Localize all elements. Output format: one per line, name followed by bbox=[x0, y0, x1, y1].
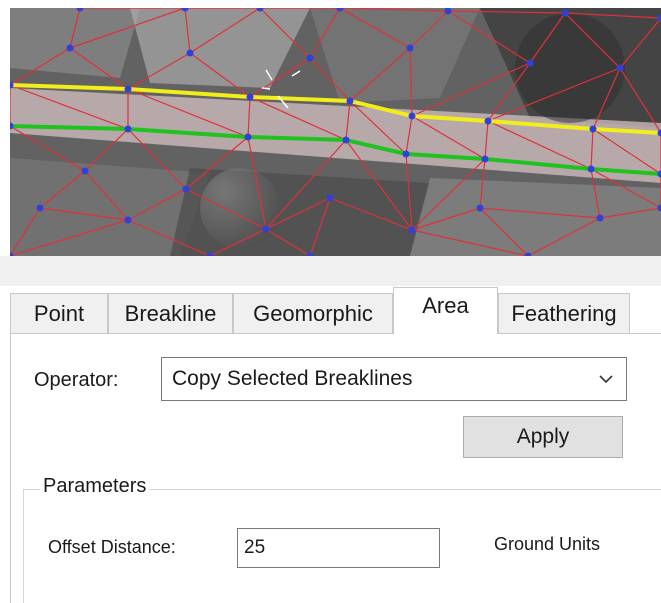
tab-breakline[interactable]: Breakline bbox=[108, 293, 233, 333]
tin-vertex bbox=[596, 214, 604, 222]
apply-button[interactable]: Apply bbox=[463, 416, 623, 458]
tin-vertex bbox=[616, 64, 624, 72]
tin-vertex bbox=[587, 165, 595, 173]
tin-vertex bbox=[408, 112, 416, 120]
tin-vertex bbox=[306, 54, 314, 62]
tin-vertex bbox=[346, 97, 354, 105]
offset-distance-input[interactable] bbox=[237, 528, 440, 568]
tab-feathering[interactable]: Feathering bbox=[498, 293, 630, 333]
tin-vertex bbox=[246, 93, 254, 101]
tin-vertex bbox=[561, 9, 569, 17]
tin-vertex bbox=[484, 117, 492, 125]
tin-vertex bbox=[406, 44, 414, 52]
area-tab-panel: Operator: Copy Selected Breaklines Apply… bbox=[10, 333, 661, 603]
operator-dropdown[interactable]: Copy Selected Breaklines bbox=[161, 357, 627, 401]
tin-vertex bbox=[81, 167, 89, 175]
tin-vertex bbox=[262, 225, 270, 233]
operator-label: Operator: bbox=[34, 369, 119, 391]
tab-bar: Point Breakline Geomorphic Area Featheri… bbox=[10, 287, 661, 334]
operator-selected-value: Copy Selected Breaklines bbox=[172, 367, 413, 390]
tin-vertex bbox=[589, 125, 597, 133]
imagery-patch bbox=[10, 8, 140, 78]
imagery-patch bbox=[515, 13, 625, 123]
tab-geomorphic[interactable]: Geomorphic bbox=[233, 293, 393, 333]
parameters-title: Parameters bbox=[40, 475, 150, 498]
parameters-group: Parameters Offset Distance: Ground Units bbox=[23, 475, 661, 603]
tin-vertex bbox=[342, 136, 350, 144]
tin-vertex bbox=[186, 49, 194, 57]
imagery-patch bbox=[410, 178, 661, 256]
tin-vertex bbox=[182, 185, 190, 193]
panel-separator bbox=[0, 256, 661, 286]
tin-vertex bbox=[124, 216, 132, 224]
tab-area[interactable]: Area bbox=[393, 287, 498, 334]
tin-vertex bbox=[402, 150, 410, 158]
imagery-patch bbox=[200, 168, 280, 248]
offset-distance-label: Offset Distance: bbox=[48, 537, 176, 557]
tin-vertex bbox=[124, 85, 132, 93]
tin-vertex bbox=[66, 44, 74, 52]
tin-vertex bbox=[36, 204, 44, 212]
tab-point[interactable]: Point bbox=[10, 293, 108, 333]
ground-units-label: Ground Units bbox=[494, 534, 601, 554]
tin-vertex bbox=[124, 125, 132, 133]
tin-vertex bbox=[408, 226, 416, 234]
tin-vertex bbox=[244, 133, 252, 141]
tin-vertex bbox=[526, 59, 534, 67]
tin-map-viewport[interactable] bbox=[10, 8, 661, 256]
tin-vertex bbox=[481, 155, 489, 163]
tin-vertex bbox=[476, 204, 484, 212]
tin-canvas[interactable] bbox=[10, 8, 661, 256]
chevron-down-icon[interactable] bbox=[596, 358, 616, 400]
tin-vertex bbox=[326, 194, 334, 202]
